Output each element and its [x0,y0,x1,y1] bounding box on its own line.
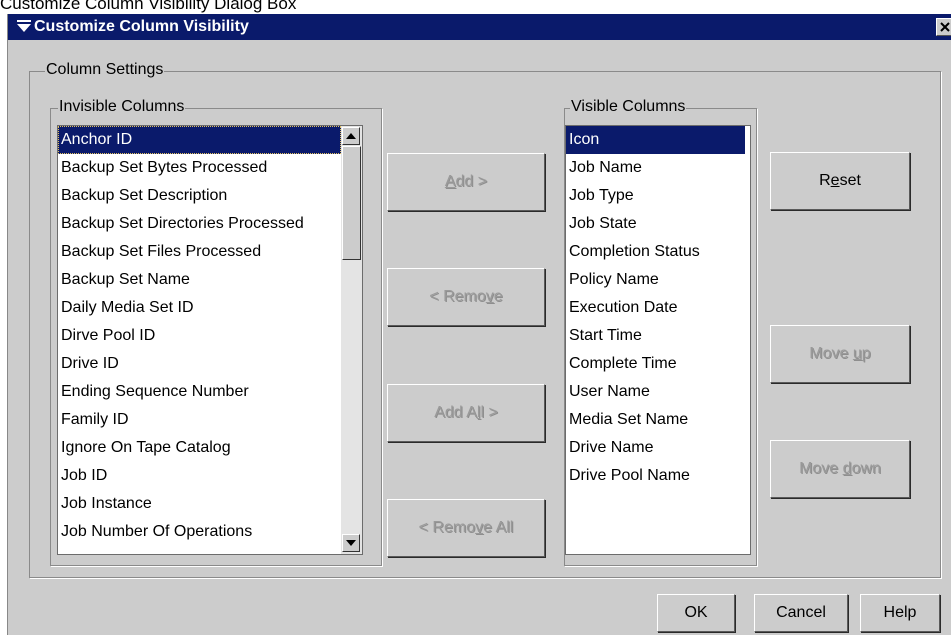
invisible-column-item[interactable]: Backup Set Bytes Processed [58,154,341,182]
visible-columns-label: Visible Columns [570,98,687,116]
visible-column-item[interactable]: Drive Pool Name [566,462,745,490]
column-settings-label: Column Settings [45,61,165,79]
scroll-down-button[interactable] [342,534,360,552]
invisible-column-item[interactable]: Backup Set Description [58,182,341,210]
visible-column-item[interactable]: Icon [566,126,745,154]
visible-column-item[interactable]: Completion Status [566,238,745,266]
invisible-column-item[interactable]: Family ID [58,406,341,434]
move-up-label-pre: Move [809,345,853,362]
move-down-label-pre: Move [799,460,843,477]
visible-column-item[interactable]: Job Type [566,182,745,210]
invisible-column-item[interactable]: Drive ID [58,350,341,378]
invisible-column-item[interactable]: Dirve Pool ID [58,322,341,350]
remove-label-post: e [493,288,503,305]
visible-columns-list[interactable]: Icon Job Name Job Type Job State Completion … [565,125,751,555]
add-label-key: A [444,173,456,190]
invisible-columns-label: Invisible Columns [58,98,186,116]
invisible-column-item[interactable]: Job Instance [58,490,341,518]
visible-column-item[interactable]: Policy Name [566,266,745,294]
figure-caption: Customize Column Visibility Dialog Box [0,0,297,13]
move-down-label-key: d [842,460,852,477]
reset-button[interactable]: Reset [770,152,910,210]
title-bar: Customize Column Visibility [8,14,951,40]
close-icon [940,22,950,32]
invisible-column-item[interactable]: Ignore On Tape Catalog [58,434,341,462]
visible-column-item[interactable]: Media Set Name [566,406,745,434]
window-menu-icon[interactable] [16,18,32,34]
move-down-button[interactable]: Move down [770,440,910,498]
add-all-label-post: l > [480,404,498,421]
remove-all-button[interactable]: < Remove All [387,499,545,557]
invisible-column-item[interactable]: Backup Set Directories Processed [58,210,341,238]
remove-label-pre: < Remo [429,288,486,305]
visible-column-item[interactable]: Start Time [566,322,745,350]
invisible-column-item[interactable]: Ending Sequence Number [58,378,341,406]
remove-all-label-post: e All [483,519,514,536]
help-button[interactable]: Help [860,594,940,632]
visible-column-item[interactable]: Job Name [566,154,745,182]
invisible-column-item[interactable]: Backup Set Name [58,266,341,294]
dialog-window: Customize Column Visibility Column Setti… [7,14,951,635]
dialog-title: Customize Column Visibility [34,18,249,35]
add-label-post: dd > [455,173,488,190]
ok-button[interactable]: OK [657,594,735,632]
reset-label-key: e [830,172,840,189]
invisible-column-item[interactable]: Backup Set Files Processed [58,238,341,266]
move-down-label-post: own [851,460,881,477]
invisible-columns-list[interactable]: Anchor ID Backup Set Bytes Processed Backu… [57,125,363,555]
move-up-label-key: u [852,345,862,362]
arrow-down-icon [346,540,356,546]
invisible-column-item[interactable]: Anchor ID [58,126,341,154]
invisible-columns-scrollbar[interactable] [341,126,362,554]
remove-button[interactable]: < Remove [387,268,545,326]
cancel-button[interactable]: Cancel [754,594,848,632]
add-all-button[interactable]: Add All > [387,384,545,442]
arrow-up-icon [346,133,356,139]
remove-all-label-pre: < Remo [418,519,476,536]
scroll-thumb[interactable] [342,146,361,260]
move-up-label-post: p [861,345,871,362]
invisible-column-item[interactable]: Job ID [58,462,341,490]
reset-label-pre: R [819,172,831,189]
remove-label-key: v [485,288,494,305]
invisible-column-item[interactable]: Job Number Of Operations [58,518,341,546]
add-all-label-pre: Add A [434,404,477,421]
reset-label-post: set [839,172,861,189]
add-button[interactable]: Add > [387,153,545,211]
move-up-button[interactable]: Move up [770,325,910,383]
visible-column-item[interactable]: Drive Name [566,434,745,462]
remove-all-label-key: v [475,519,484,536]
visible-column-item[interactable]: User Name [566,378,745,406]
invisible-column-item[interactable]: Daily Media Set ID [58,294,341,322]
visible-column-item[interactable]: Job State [566,210,745,238]
close-button[interactable] [936,18,951,36]
visible-column-item[interactable]: Execution Date [566,294,745,322]
visible-column-item[interactable]: Complete Time [566,350,745,378]
scroll-up-button[interactable] [342,127,360,145]
